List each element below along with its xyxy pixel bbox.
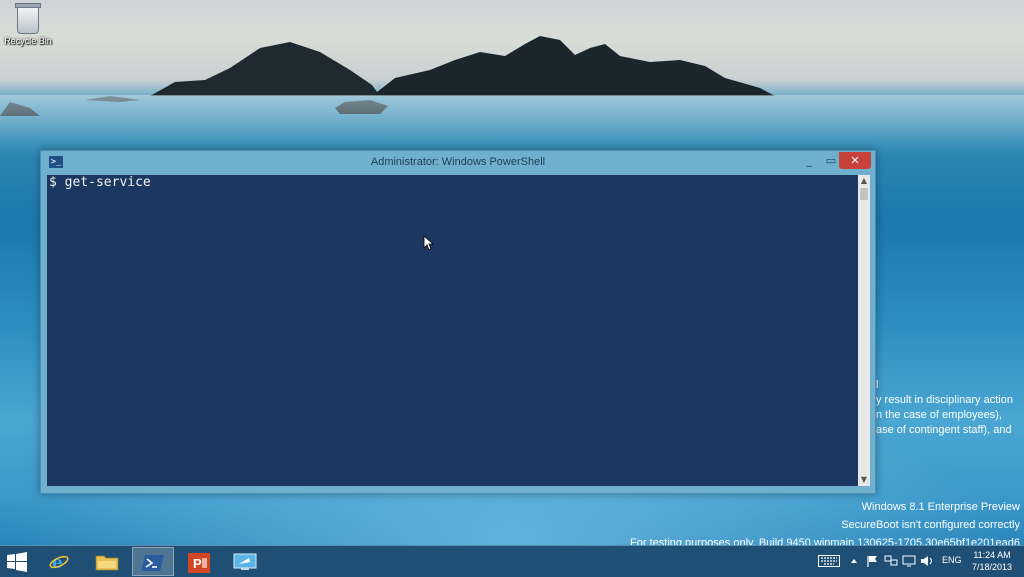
vertical-scrollbar[interactable]: ▲ ▼ <box>858 175 870 486</box>
keyboard-icon[interactable] <box>818 555 840 567</box>
chevron-up-icon[interactable] <box>849 555 859 567</box>
close-button[interactable]: ✕ <box>839 152 871 169</box>
folder-icon <box>95 555 119 571</box>
taskbar-powershell[interactable] <box>132 547 174 576</box>
background-text-line: l <box>876 379 879 391</box>
display-icon[interactable] <box>902 555 916 567</box>
flag-icon[interactable] <box>866 555 880 567</box>
windows-start-icon[interactable] <box>6 552 28 572</box>
scroll-up-icon[interactable]: ▲ <box>858 175 870 187</box>
ie-icon: e <box>49 553 69 571</box>
recycle-bin-shortcut[interactable]: Recycle Bin <box>4 3 52 46</box>
taskbar-remote-desktop[interactable] <box>224 547 266 576</box>
taskbar-file-explorer[interactable] <box>86 547 128 576</box>
scroll-down-icon[interactable]: ▼ <box>858 474 870 486</box>
taskbar-powerpoint[interactable]: P <box>178 547 220 576</box>
scrollbar-thumb[interactable] <box>860 188 868 200</box>
powerpoint-icon: P <box>188 553 210 573</box>
minimize-button[interactable]: _ <box>797 152 821 169</box>
background-text-line: n the case of employees), <box>876 409 1002 421</box>
window-title: Administrator: Windows PowerShell <box>370 156 546 168</box>
recycle-bin-icon <box>15 3 41 34</box>
build-watermark: Windows 8.1 Enterprise Preview SecureBoo… <box>630 498 1020 552</box>
volume-icon[interactable] <box>920 555 934 567</box>
svg-text:P: P <box>193 556 202 571</box>
clock-date: 7/18/2013 <box>971 562 1013 572</box>
taskbar-internet-explorer[interactable]: e <box>38 547 80 576</box>
background-text-line: ase of contingent staff), and <box>876 424 1012 436</box>
clock-time: 11:24 AM <box>973 550 1011 560</box>
console-line: $ get-service <box>49 175 151 190</box>
remote-desktop-icon <box>233 553 257 570</box>
recycle-bin-label: Recycle Bin <box>4 36 52 46</box>
clock[interactable]: 11:24 AM 7/18/2013 <box>966 549 1018 573</box>
svg-text:e: e <box>52 553 63 571</box>
background-text-line: y result in disciplinary action <box>876 394 1013 406</box>
taskbar: e P ENG 11:24 AM 7/18/2013 <box>0 545 1024 577</box>
network-icon[interactable] <box>884 555 898 567</box>
language-indicator[interactable]: ENG <box>942 555 962 565</box>
mouse-pointer-icon <box>423 235 435 251</box>
powershell-window[interactable]: >_ Administrator: Windows PowerShell _ ▭… <box>40 150 876 494</box>
sea-haze <box>0 95 1024 155</box>
powershell-icon <box>141 555 164 571</box>
watermark-secureboot: SecureBoot isn't configured correctly <box>841 519 1020 531</box>
window-titlebar[interactable]: >_ Administrator: Windows PowerShell _ ▭… <box>41 151 875 175</box>
background-document-text: l y result in disciplinary action n the … <box>876 378 1024 438</box>
watermark-edition: Windows 8.1 Enterprise Preview <box>861 501 1020 513</box>
console-area[interactable]: $ get-service <box>47 175 858 486</box>
